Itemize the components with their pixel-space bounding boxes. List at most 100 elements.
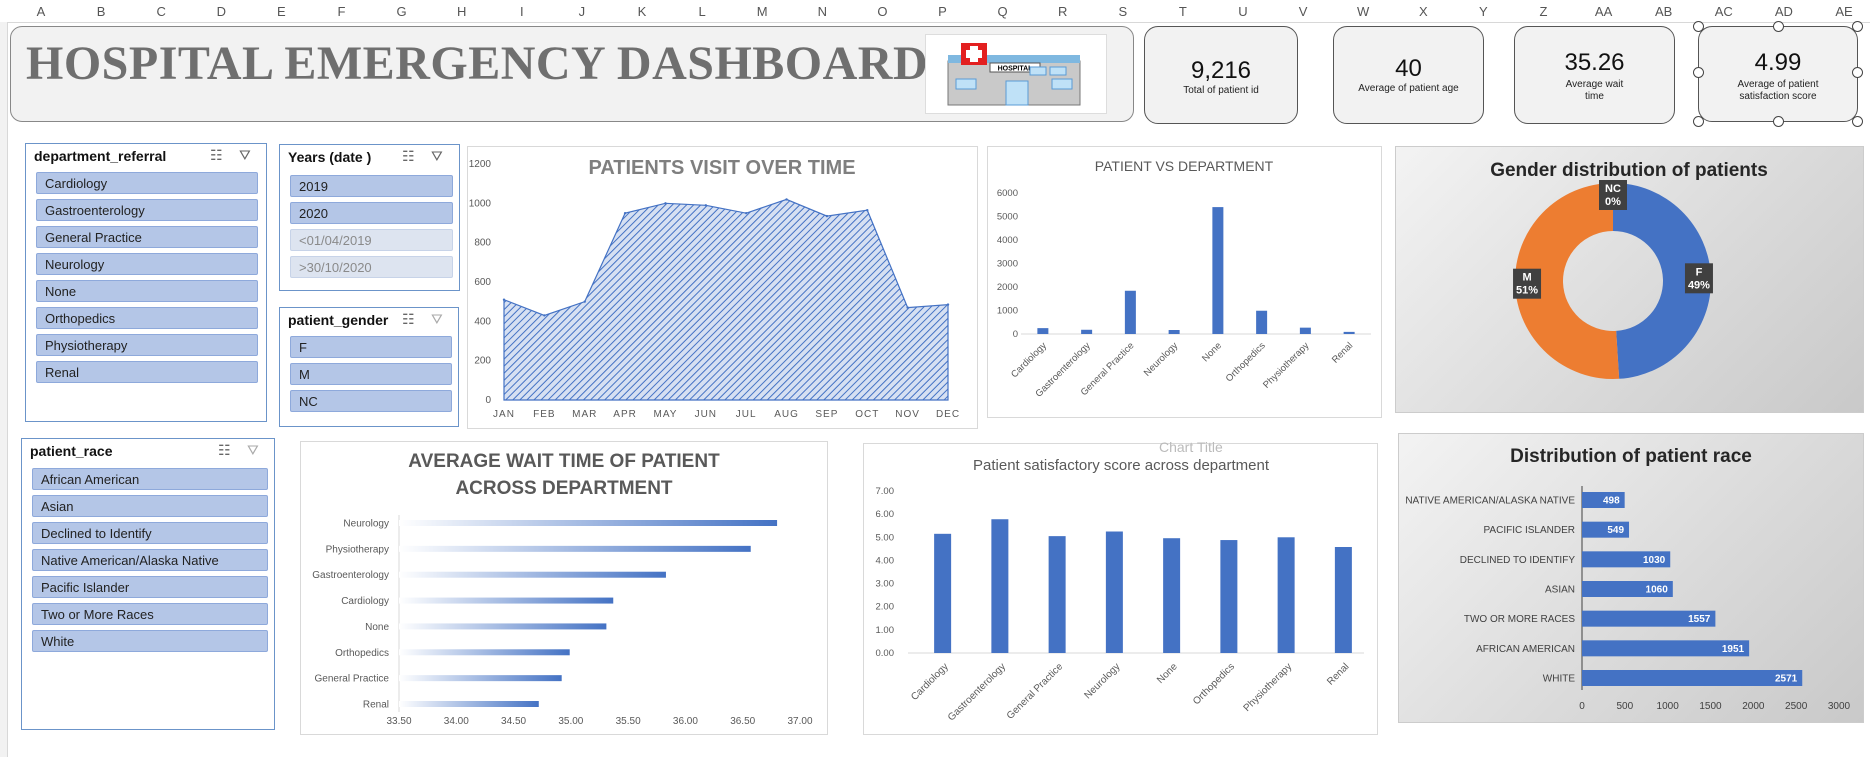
resize-handle-top-right[interactable] — [1852, 21, 1863, 32]
x-tick-label: 0 — [1579, 701, 1585, 712]
chart-satisfaction-score[interactable]: Patient satisfactory score across depart… — [863, 443, 1378, 735]
column-letter[interactable]: N — [807, 4, 837, 19]
column-letter[interactable]: L — [687, 4, 717, 19]
column-letter[interactable]: T — [1168, 4, 1198, 19]
column-letter[interactable]: G — [387, 4, 417, 19]
slicer-item[interactable]: NC — [290, 390, 452, 412]
column-letter[interactable]: C — [146, 4, 176, 19]
slicer-item[interactable]: Native American/Alaska Native — [32, 549, 268, 571]
chart-average-wait-time[interactable]: AVERAGE WAIT TIME OF PATIENT ACROSS DEPAR… — [300, 441, 828, 735]
column-letter[interactable]: K — [627, 4, 657, 19]
resize-handle-bottom[interactable] — [1773, 116, 1784, 127]
slicer-item[interactable]: Neurology — [36, 253, 258, 275]
slicer-item[interactable]: Orthopedics — [36, 307, 258, 329]
y-tick-label: None — [365, 622, 389, 633]
column-letter[interactable]: S — [1108, 4, 1138, 19]
y-tick-label: 800 — [474, 238, 491, 249]
hospital-image[interactable]: HOSPITAL — [925, 34, 1107, 114]
clear-filter-icon[interactable]: ⛛ — [247, 442, 265, 459]
bar — [1124, 290, 1136, 334]
clear-filter-icon[interactable]: ⛛ — [431, 148, 449, 165]
slicer-item[interactable]: 2019 — [290, 175, 453, 197]
column-letter[interactable]: D — [206, 4, 236, 19]
slicer-department-referral[interactable]: department_referral ☷ ⛛ Cardiology Gastr… — [25, 143, 267, 422]
data-label-name: F — [1696, 266, 1703, 278]
kpi-card-average-age[interactable]: 40 Average of patient age — [1333, 26, 1484, 124]
bar — [991, 519, 1009, 653]
column-letter[interactable]: AC — [1709, 4, 1739, 19]
clear-filter-icon[interactable]: ⛛ — [431, 311, 449, 328]
slicer-item[interactable]: White — [32, 630, 268, 652]
column-chart: PATIENT VS DEPARTMENT 0 1000 2000 3000 4000 50… — [997, 158, 1371, 400]
column-letter[interactable]: W — [1348, 4, 1378, 19]
slicer-item[interactable]: Cardiology — [36, 172, 258, 194]
resize-handle-bottom-right[interactable] — [1852, 116, 1863, 127]
column-letter[interactable]: O — [867, 4, 897, 19]
column-letter[interactable]: Z — [1529, 4, 1559, 19]
column-letter[interactable]: AB — [1649, 4, 1679, 19]
slicer-item[interactable]: African American — [32, 468, 268, 490]
column-letter[interactable]: A — [26, 4, 56, 19]
x-tick-label: JAN — [493, 409, 515, 420]
slicer-years[interactable]: Years (date ) ☷ ⛛ 2019 2020 <01/04/2019 … — [279, 144, 460, 291]
column-letter[interactable]: P — [928, 4, 958, 19]
bar — [1334, 547, 1352, 653]
slicer-item[interactable]: Renal — [36, 361, 258, 383]
slicer-item[interactable]: 2020 — [290, 202, 453, 224]
resize-handle-top-left[interactable] — [1693, 21, 1704, 32]
column-letter[interactable]: AA — [1589, 4, 1619, 19]
kpi-card-satisfaction-score[interactable]: 4.99 Average of patient satisfaction sco… — [1698, 26, 1858, 122]
slicer-item[interactable]: Asian — [32, 495, 268, 517]
column-letter[interactable]: E — [266, 4, 296, 19]
y-tick-label: 5000 — [997, 212, 1018, 223]
kpi-card-average-wait-time[interactable]: 35.26 Average wait time — [1514, 26, 1675, 124]
column-letter[interactable]: AD — [1769, 4, 1799, 19]
multi-select-icon[interactable]: ☷ — [402, 311, 421, 328]
chart-race-distribution[interactable]: Distribution of patient race NATIVE AMERI… — [1398, 433, 1864, 723]
kpi-card-total-patients[interactable]: 9,216 Total of patient id — [1144, 26, 1298, 124]
resize-handle-top[interactable] — [1773, 21, 1784, 32]
multi-select-icon[interactable]: ☷ — [402, 148, 421, 165]
slicer-item[interactable]: Physiotherapy — [36, 334, 258, 356]
chart-gender-distribution[interactable]: Gender distribution of patients F 49% M 51% N… — [1395, 146, 1864, 413]
chart-patients-visit[interactable]: PATIENTS VISIT OVER TIME 0 200 400 600 800 100… — [467, 146, 978, 429]
column-letter[interactable]: M — [747, 4, 777, 19]
resize-handle-bottom-left[interactable] — [1693, 116, 1704, 127]
slicer-item[interactable]: Pacific Islander — [32, 576, 268, 598]
multi-select-icon[interactable]: ☷ — [210, 147, 229, 164]
slicer-item[interactable]: F — [290, 336, 452, 358]
slicer-item[interactable]: Two or More Races — [32, 603, 268, 625]
column-letter[interactable]: B — [86, 4, 116, 19]
multi-select-icon[interactable]: ☷ — [218, 442, 237, 459]
data-point — [825, 214, 829, 218]
slicer-item[interactable]: M — [290, 363, 452, 385]
slicer-patient-gender[interactable]: patient_gender ☷ ⛛ F M NC — [279, 307, 459, 427]
column-letter[interactable]: AE — [1829, 4, 1859, 19]
column-header-bar: A B C D E F G H I J K L M N O P Q R S T U V W X Y Z AA AB AC AD AE — [0, 0, 1870, 23]
column-letter[interactable]: X — [1408, 4, 1438, 19]
slicer-item[interactable]: <01/04/2019 — [290, 229, 453, 251]
y-tick-label: 5.00 — [876, 532, 895, 543]
column-letter[interactable]: H — [447, 4, 477, 19]
column-letter[interactable]: I — [507, 4, 537, 19]
y-tick-label: PACIFIC ISLANDER — [1484, 525, 1576, 536]
y-tick-label: NATIVE AMERICAN/ALASKA NATIVE — [1405, 496, 1575, 507]
column-letter[interactable]: U — [1228, 4, 1258, 19]
column-letter[interactable]: R — [1048, 4, 1078, 19]
column-letter[interactable]: Y — [1468, 4, 1498, 19]
resize-handle-right[interactable] — [1852, 67, 1863, 78]
column-letter[interactable]: V — [1288, 4, 1318, 19]
slicer-item[interactable]: Gastroenterology — [36, 199, 258, 221]
column-letter[interactable]: F — [327, 4, 357, 19]
slicer-patient-race[interactable]: patient_race ☷ ⛛ African American Asian … — [21, 438, 275, 730]
column-letter[interactable]: J — [567, 4, 597, 19]
chart-patient-vs-department[interactable]: PATIENT VS DEPARTMENT 0 1000 2000 3000 4000 50… — [987, 146, 1382, 418]
y-tick-label: 0 — [485, 395, 491, 406]
slicer-item[interactable]: >30/10/2020 — [290, 256, 453, 278]
column-letter[interactable]: Q — [988, 4, 1018, 19]
slicer-item[interactable]: Declined to Identify — [32, 522, 268, 544]
slicer-item[interactable]: General Practice — [36, 226, 258, 248]
clear-filter-icon[interactable]: ⛛ — [239, 147, 257, 164]
resize-handle-left[interactable] — [1693, 67, 1704, 78]
slicer-item[interactable]: None — [36, 280, 258, 302]
